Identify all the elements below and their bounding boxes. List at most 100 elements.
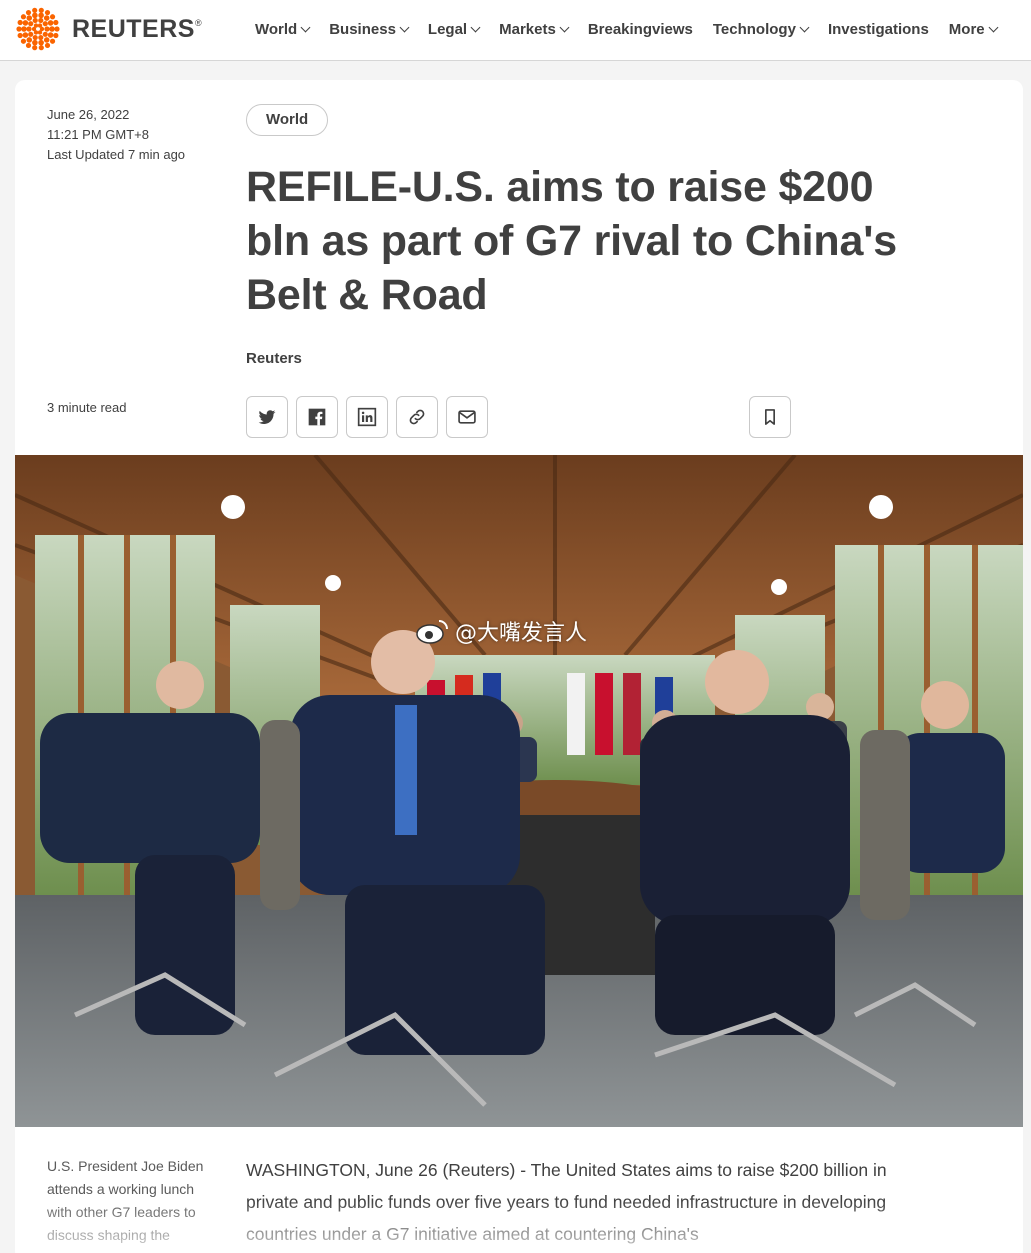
- logo-dot: [47, 20, 54, 26]
- logo-dot: [44, 9, 51, 16]
- logo-dot: [38, 34, 44, 41]
- bookmark-button[interactable]: [749, 396, 791, 438]
- logo-dot: [26, 26, 32, 32]
- logo-dot: [25, 42, 32, 49]
- logo-dot: [53, 32, 59, 39]
- logo-dot: [32, 12, 38, 19]
- logo-dot: [38, 12, 44, 19]
- logo-dot: [38, 17, 44, 24]
- logo-dot: [32, 17, 38, 24]
- logo-dot: [32, 34, 38, 41]
- article-headline: REFILE-U.S. aims to raise $200 bln as pa…: [246, 163, 897, 319]
- reuters-logo[interactable]: REUTERS®: [14, 6, 202, 52]
- share-linkedin-button[interactable]: [346, 396, 388, 438]
- publish-time: 11:21 PM GMT+8: [47, 127, 149, 142]
- nav-item-technology[interactable]: Technology: [712, 20, 810, 38]
- copy-link-button[interactable]: [396, 396, 438, 438]
- logo-dot: [20, 38, 27, 44]
- linkedin-icon: [357, 407, 377, 427]
- bookmark-icon: [765, 409, 775, 425]
- watermark-text: @大嘴发言人: [455, 621, 588, 646]
- nav-item-business[interactable]: Business: [329, 20, 410, 38]
- nav-item-investigations[interactable]: Investigations: [828, 21, 929, 38]
- logo-dot: [25, 9, 32, 16]
- logo-dot: [22, 20, 29, 26]
- logo-dot: [49, 14, 56, 20]
- brand-name: REUTERS: [72, 14, 195, 43]
- article-card: June 26, 2022 11:21 PM GMT+8 Last Update…: [15, 80, 1023, 1253]
- nav-item-world[interactable]: World: [255, 20, 311, 38]
- nav-label: Breakingviews: [587, 20, 693, 38]
- chevron-down-icon: [559, 22, 570, 32]
- main-nav: World Business Legal Markets Breakingvie…: [255, 0, 1017, 58]
- chevron-down-icon: [799, 22, 810, 32]
- top-navigation-bar: REUTERS® World Business Legal Markets Br…: [0, 0, 1031, 61]
- logo-dot: [22, 32, 29, 38]
- share-email-button[interactable]: [446, 396, 488, 438]
- lead-photo[interactable]: @大嘴发言人: [15, 455, 1023, 1127]
- logo-dot: [49, 26, 55, 32]
- weibo-watermark: @大嘴发言人: [415, 615, 587, 647]
- read-time: 3 minute read: [47, 400, 127, 415]
- logo-dot: [43, 15, 50, 21]
- chevron-down-icon: [988, 22, 999, 32]
- nav-item-more[interactable]: More: [948, 20, 999, 38]
- weibo-icon: [416, 620, 448, 644]
- nav-label: Business: [329, 20, 396, 38]
- logo-dot: [38, 39, 44, 46]
- logo-dot: [44, 26, 50, 32]
- share-facebook-button[interactable]: [296, 396, 338, 438]
- link-icon: [409, 409, 425, 425]
- logo-dot: [38, 45, 44, 51]
- byline[interactable]: Reuters: [246, 350, 302, 367]
- logo-dot: [28, 21, 34, 27]
- facebook-icon: [308, 408, 326, 426]
- logo-dot: [17, 32, 23, 39]
- logo-dot: [16, 26, 22, 32]
- email-icon: [458, 410, 476, 424]
- logo-dot: [26, 37, 33, 43]
- logo-dot: [32, 45, 38, 51]
- nav-label: Markets: [499, 20, 556, 38]
- chevron-down-icon: [399, 22, 410, 32]
- logo-dot: [26, 15, 33, 21]
- logo-dot: [37, 23, 43, 28]
- logo-dot: [43, 37, 50, 43]
- logo-dot: [42, 31, 48, 37]
- logo-dot: [32, 7, 38, 13]
- logo-dot: [37, 30, 43, 35]
- nav-label: More: [948, 20, 985, 38]
- logo-dot: [53, 19, 59, 26]
- nav-item-legal[interactable]: Legal: [427, 20, 481, 38]
- logo-dot: [20, 14, 27, 20]
- nav-label: World: [255, 20, 298, 38]
- chevron-down-icon: [300, 22, 311, 32]
- scroll-fade: [15, 1200, 1023, 1253]
- logo-dot: [28, 31, 34, 37]
- logo-dot: [44, 42, 51, 49]
- reuters-logo-icon: [16, 7, 60, 51]
- section-tag-world[interactable]: World: [246, 104, 329, 136]
- logo-dot: [42, 21, 48, 27]
- registered-mark: ®: [194, 17, 203, 28]
- logo-dot: [21, 26, 27, 32]
- nav-label: Investigations: [827, 20, 929, 38]
- nav-item-breakingviews[interactable]: Breakingviews: [588, 21, 693, 38]
- publish-date: June 26, 2022: [47, 107, 130, 122]
- last-updated: Last Updated 7 min ago: [47, 147, 186, 162]
- article-meta: June 26, 2022 11:21 PM GMT+8 Last Update…: [47, 105, 185, 165]
- nav-label: Legal: [427, 20, 468, 38]
- logo-dot: [49, 38, 56, 44]
- logo-dot: [33, 23, 39, 28]
- logo-dot: [32, 39, 38, 46]
- nav-label: Technology: [712, 20, 796, 38]
- twitter-icon: [258, 410, 276, 424]
- nav-item-markets[interactable]: Markets: [499, 20, 570, 38]
- logo-dot: [47, 32, 54, 38]
- share-twitter-button[interactable]: [246, 396, 288, 438]
- logo-dot: [17, 19, 23, 26]
- chevron-down-icon: [470, 22, 481, 32]
- g7-leaders-photo: [15, 455, 1023, 1127]
- logo-dot: [38, 7, 44, 13]
- logo-dot: [54, 26, 60, 32]
